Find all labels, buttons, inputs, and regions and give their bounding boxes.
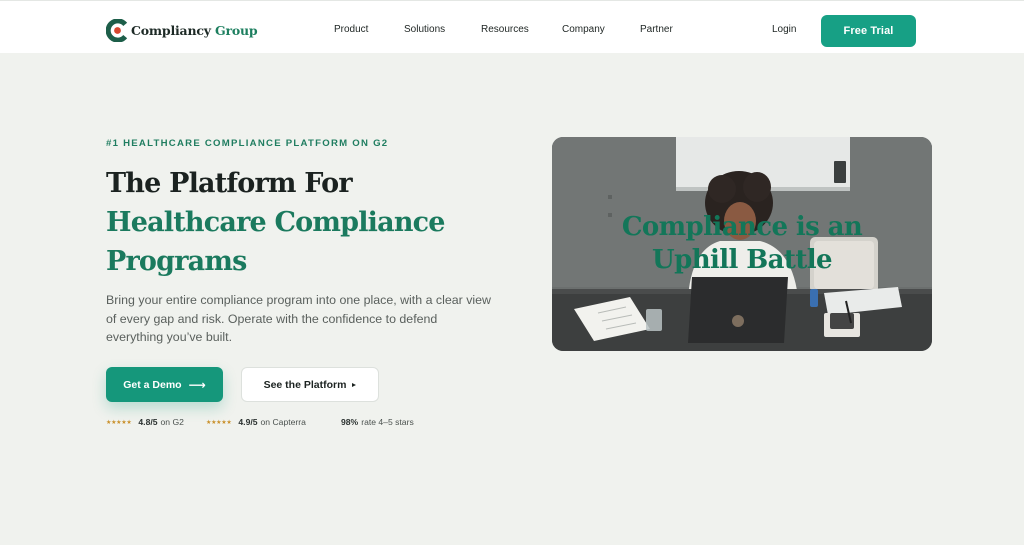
rating-source: on Capterra [260, 417, 306, 427]
video-overlay-title: Compliance is an Uphill Battle [552, 211, 932, 277]
rating-g2: ★★★★★ 4.8/5 on G2 [106, 417, 184, 427]
arrow-right-icon: ⟶ [188, 377, 206, 392]
nav-link-company[interactable]: Company [562, 24, 605, 36]
headline-line-1: The Platform For [106, 168, 353, 199]
hero-video-thumbnail[interactable]: Compliance is an Uphill Battle [552, 137, 932, 351]
rating-source: rate 4–5 stars [361, 417, 414, 427]
get-demo-button[interactable]: Get a Demo ⟶ [106, 367, 223, 402]
hero-headline: The Platform For Healthcare Compliance P… [106, 164, 536, 281]
see-platform-label: See the Platform [263, 378, 347, 391]
see-platform-button[interactable]: See the Platform [241, 367, 379, 402]
headline-line-3: Programs [106, 246, 247, 277]
get-demo-label: Get a Demo [123, 378, 182, 391]
overlay-title-line-1: Compliance is an [621, 212, 863, 242]
rating-score: 4.8/5 [138, 417, 158, 427]
rating-source: on G2 [160, 417, 184, 427]
overlay-title-line-2: Uphill Battle [652, 245, 833, 275]
hero-subcopy: Bring your entire compliance program int… [106, 293, 491, 344]
nav-link-product[interactable]: Product [334, 24, 368, 36]
rating-score: 4.9/5 [238, 417, 258, 427]
rating-satisfaction: 98% rate 4–5 stars [341, 417, 414, 427]
free-trial-button[interactable]: Free Trial [821, 15, 916, 47]
nav-link-solutions[interactable]: Solutions [404, 24, 445, 36]
nav-link-partner[interactable]: Partner [640, 24, 673, 36]
star-rating-icon: ★★★★★ [106, 419, 132, 426]
top-nav: Compliancy Group Product Solutions Resou… [0, 0, 1024, 53]
rating-score: 98% [341, 417, 359, 427]
headline-line-2: Healthcare Compliance [106, 207, 445, 238]
rating-capterra: ★★★★★ 4.9/5 on Capterra [206, 417, 306, 427]
nav-link-resources[interactable]: Resources [481, 24, 529, 36]
brand-logo[interactable]: Compliancy Group [105, 17, 258, 43]
logo-icon [105, 17, 129, 43]
hero-eyebrow: #1 HEALTHCARE COMPLIANCE PLATFORM ON G2 [106, 138, 389, 149]
logo-wordmark: Compliancy Group [131, 22, 258, 38]
star-rating-icon: ★★★★★ [206, 419, 232, 426]
login-link[interactable]: Login [772, 24, 796, 36]
play-icon [352, 382, 357, 387]
